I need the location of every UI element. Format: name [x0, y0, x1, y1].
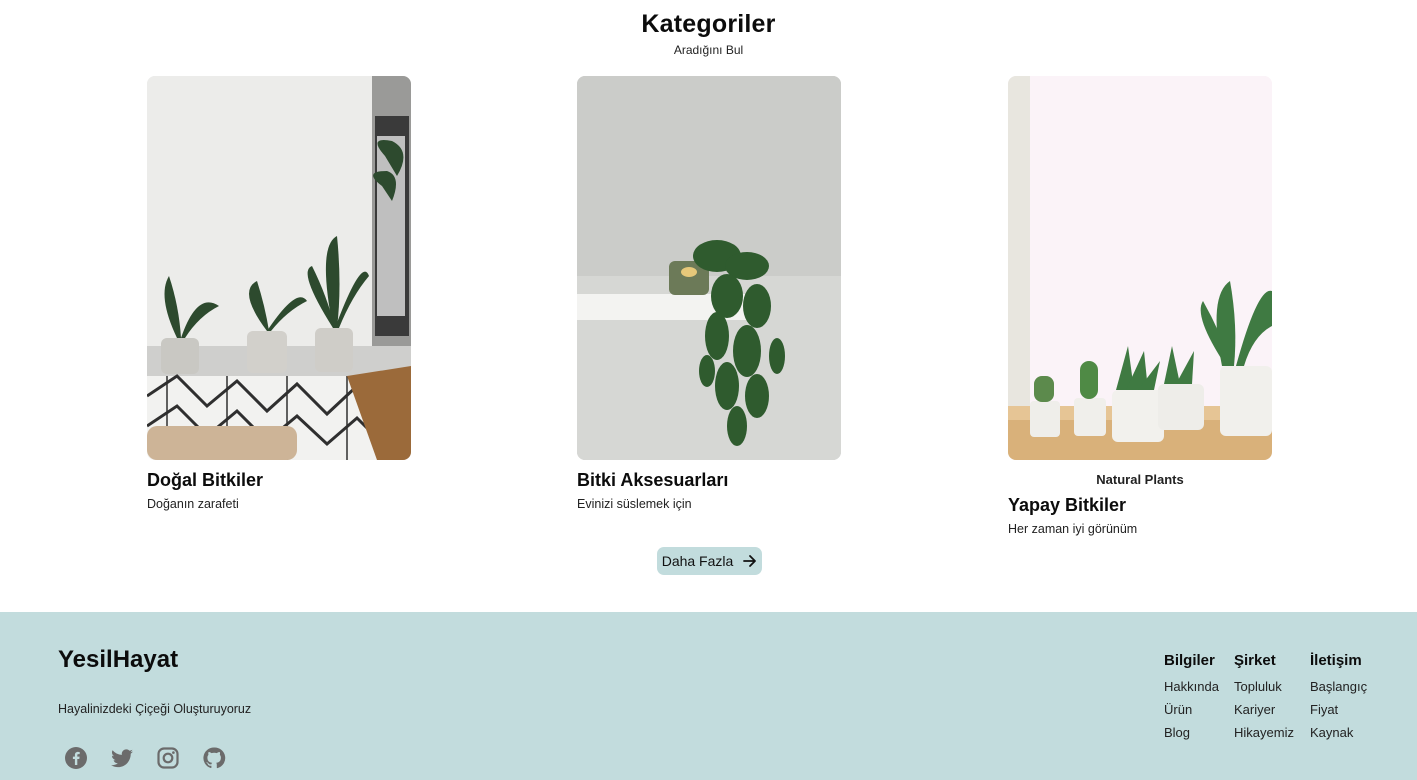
footer-link[interactable]: Topluluk: [1234, 675, 1294, 698]
footer-link[interactable]: Hakkında: [1164, 675, 1219, 698]
footer-column-info: Bilgiler Hakkında Ürün Blog: [1164, 652, 1219, 744]
footer-link[interactable]: Kaynak: [1310, 721, 1367, 744]
card-description: Doğanın zarafeti: [147, 497, 239, 511]
footer-link[interactable]: Kariyer: [1234, 698, 1294, 721]
footer-tagline: Hayalinizdeki Çiçeği Oluşturuyoruz: [58, 702, 252, 716]
footer-column-company: Şirket Topluluk Kariyer Hikayemiz: [1234, 652, 1294, 744]
living-room-plants-photo[interactable]: [147, 76, 411, 460]
hanging-plant-shelf-photo[interactable]: [577, 76, 841, 460]
instagram-icon[interactable]: [156, 746, 180, 770]
footer-link[interactable]: Fiyat: [1310, 698, 1367, 721]
footer-link[interactable]: Blog: [1164, 721, 1219, 744]
footer-link[interactable]: Hikayemiz: [1234, 721, 1294, 744]
github-icon[interactable]: [202, 746, 226, 770]
page-subtitle: Aradığını Bul: [673, 43, 744, 57]
footer-column-heading: Şirket: [1234, 652, 1276, 669]
footer-link[interactable]: Ürün: [1164, 698, 1219, 721]
card-title[interactable]: Bitki Aksesuarları: [577, 470, 841, 491]
category-card-artificial[interactable]: Natural Plants Yapay Bitkiler Her zaman …: [1008, 76, 1272, 536]
categories-header: Kategoriler Aradığını Bul: [0, 10, 1417, 57]
site-footer: YesilHayat Hayalinizdeki Çiçeği Oluşturu…: [0, 612, 1417, 780]
footer-link[interactable]: Başlangıç: [1310, 675, 1367, 698]
card-title[interactable]: Yapay Bitkiler: [1008, 495, 1272, 516]
card-tag: Natural Plants: [1096, 472, 1184, 487]
footer-column-heading: İletişim: [1310, 652, 1362, 669]
windowsill-succulents-photo[interactable]: [1008, 76, 1272, 460]
social-links: [64, 746, 226, 770]
twitter-icon[interactable]: [110, 746, 134, 770]
page-title: Kategoriler: [641, 10, 776, 38]
category-card-natural[interactable]: Doğal Bitkiler Doğanın zarafeti: [147, 76, 411, 511]
more-button[interactable]: Daha Fazla: [657, 547, 762, 575]
card-description: Her zaman iyi görünüm: [1008, 522, 1138, 536]
card-title[interactable]: Doğal Bitkiler: [147, 470, 411, 491]
more-button-label: Daha Fazla: [661, 553, 734, 569]
arrow-right-icon: [743, 555, 757, 567]
footer-brand[interactable]: YesilHayat: [58, 646, 178, 674]
facebook-icon[interactable]: [64, 746, 88, 770]
footer-column-contact: İletişim Başlangıç Fiyat Kaynak: [1310, 652, 1367, 744]
card-description: Evinizi süslemek için: [577, 497, 692, 511]
category-card-accessories[interactable]: Bitki Aksesuarları Evinizi süslemek için: [577, 76, 841, 511]
footer-column-heading: Bilgiler: [1164, 652, 1215, 669]
